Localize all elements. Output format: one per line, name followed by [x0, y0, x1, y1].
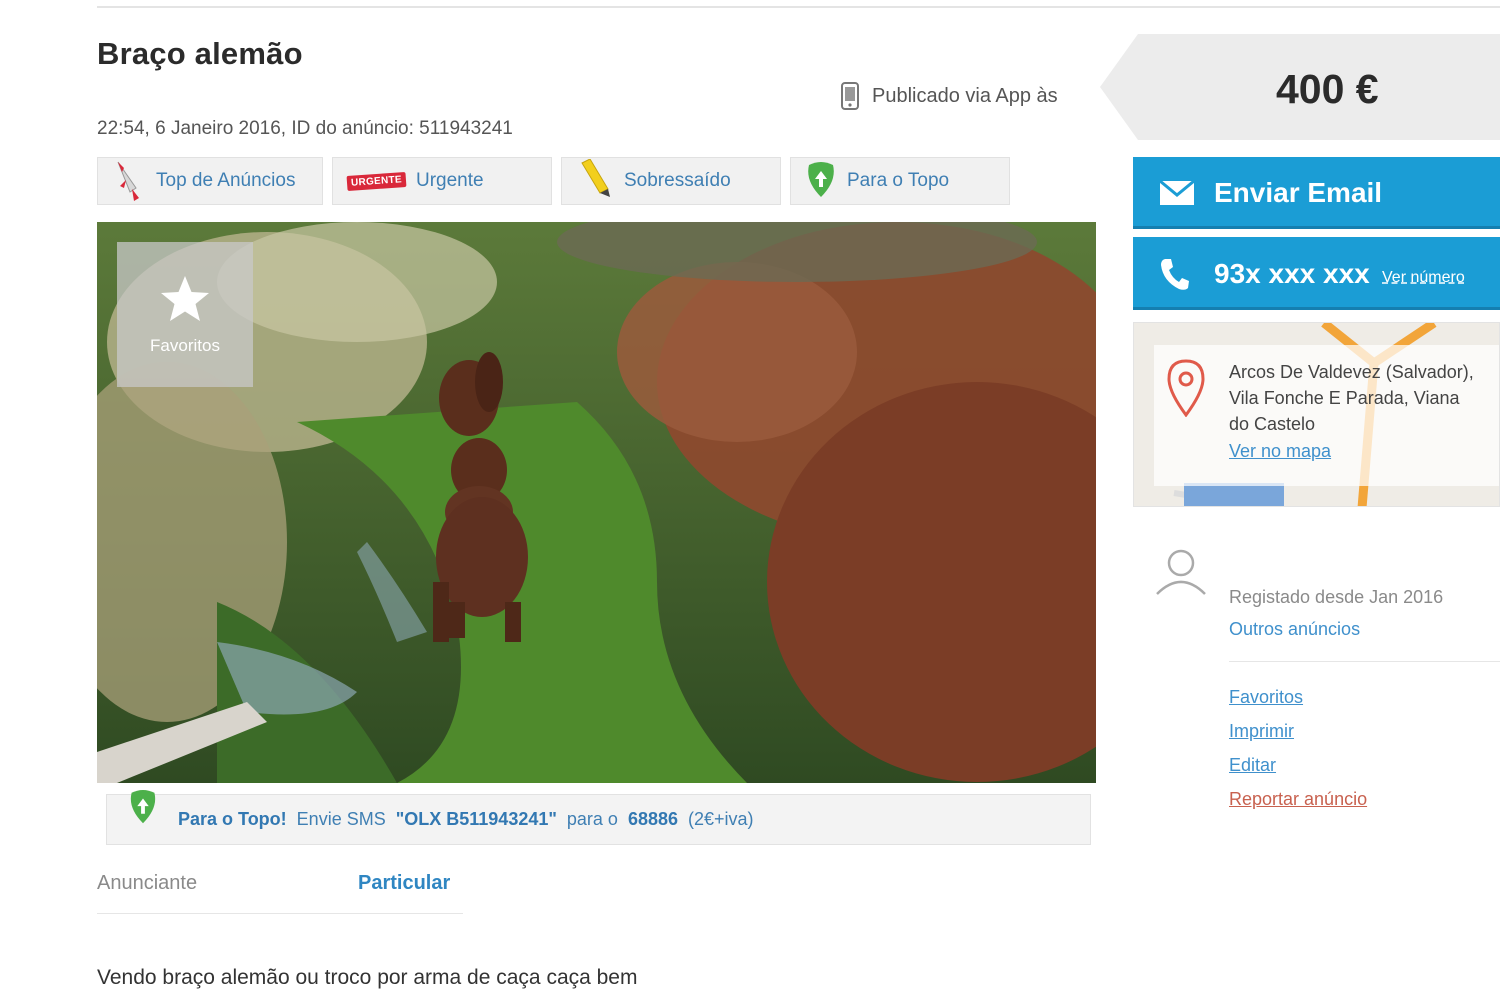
- address-line-1: Arcos De Valdevez (Salvador),: [1229, 362, 1474, 382]
- registered-since: Registado desde Jan 2016: [1229, 587, 1444, 607]
- top-ads-button[interactable]: Top de Anúncios: [97, 157, 323, 205]
- listing-title: Braço alemão: [97, 36, 303, 71]
- advertiser-row: Anunciante Particular: [97, 869, 463, 914]
- show-number-link[interactable]: Ver número: [1382, 269, 1465, 287]
- phone-masked: 93x xxx xxx: [1214, 257, 1370, 289]
- to-top-label: Para o Topo: [847, 170, 950, 191]
- star-icon: [161, 275, 209, 321]
- top-ads-label: Top de Anúncios: [156, 170, 296, 191]
- favorites-overlay-button[interactable]: Favoritos: [117, 242, 253, 387]
- address-line-2: Vila Fonche E Parada, Viana: [1229, 388, 1460, 408]
- send-email-button[interactable]: Enviar Email: [1133, 157, 1500, 229]
- to-top-button[interactable]: Para o Topo: [790, 157, 1010, 205]
- user-avatar-icon: [1155, 548, 1207, 601]
- other-ads-link[interactable]: Outros anúncios: [1229, 619, 1360, 640]
- sms-promo-bar: Para o Topo! Envie SMS "OLX B511943241" …: [106, 789, 1091, 845]
- print-link[interactable]: Imprimir: [1229, 721, 1294, 742]
- phone-button[interactable]: 93x xxx xxx Ver número: [1133, 237, 1500, 310]
- published-via-app: Publicado via App às: [840, 82, 1058, 110]
- map-pin-icon: [1166, 359, 1206, 422]
- report-ad-link[interactable]: Reportar anúncio: [1229, 789, 1367, 810]
- highlight-button[interactable]: Sobressaído: [561, 157, 781, 205]
- advertiser-type: Particular: [358, 872, 451, 894]
- up-arrow-leaf-icon: [127, 789, 159, 832]
- urgent-tag-icon: URGENTE: [346, 171, 407, 191]
- top-divider: [97, 6, 1500, 8]
- edit-link[interactable]: Editar: [1229, 755, 1276, 776]
- rocket-icon: [112, 158, 146, 204]
- send-email-label: Enviar Email: [1214, 177, 1383, 208]
- urgent-button[interactable]: URGENTE Urgente: [332, 157, 552, 205]
- listing-photo[interactable]: Favoritos: [97, 222, 1096, 783]
- envelope-icon: [1159, 180, 1195, 206]
- highlighter-icon: [576, 159, 614, 203]
- sidebar-divider: [1229, 661, 1500, 662]
- urgent-label: Urgente: [416, 170, 484, 191]
- address-line-3: do Castelo: [1229, 414, 1316, 434]
- published-via-label: Publicado via App às: [872, 84, 1058, 107]
- favorites-link[interactable]: Favoritos: [1229, 687, 1303, 708]
- view-map-link[interactable]: Ver no mapa: [1229, 441, 1331, 462]
- sms-text-2: para o: [566, 809, 618, 829]
- favorites-overlay-label: Favoritos: [150, 335, 220, 355]
- mobile-phone-icon: [841, 82, 859, 110]
- sms-code: "OLX B511943241": [395, 809, 557, 829]
- price-value: 400 €: [1276, 66, 1379, 112]
- up-arrow-leaf-icon: [805, 161, 837, 201]
- location-address: Arcos De Valdevez (Salvador), Vila Fonch…: [1229, 359, 1500, 437]
- phone-icon: [1159, 257, 1189, 291]
- promo-buttons: Top de Anúncios URGENTE Urgente Sobressa…: [97, 157, 1010, 205]
- sms-number: 68886: [627, 809, 679, 829]
- advertiser-label: Anunciante: [97, 872, 198, 894]
- sms-cost: (2€+iva): [688, 809, 754, 829]
- highlight-label: Sobressaído: [624, 170, 731, 191]
- sms-lead: Para o Topo!: [178, 809, 287, 829]
- sms-text-1: Envie SMS: [296, 809, 386, 829]
- listing-meta: 22:54, 6 Janeiro 2016, ID do anúncio: 51…: [97, 118, 513, 139]
- listing-description: Vendo braço alemão ou troco por arma de …: [97, 966, 638, 989]
